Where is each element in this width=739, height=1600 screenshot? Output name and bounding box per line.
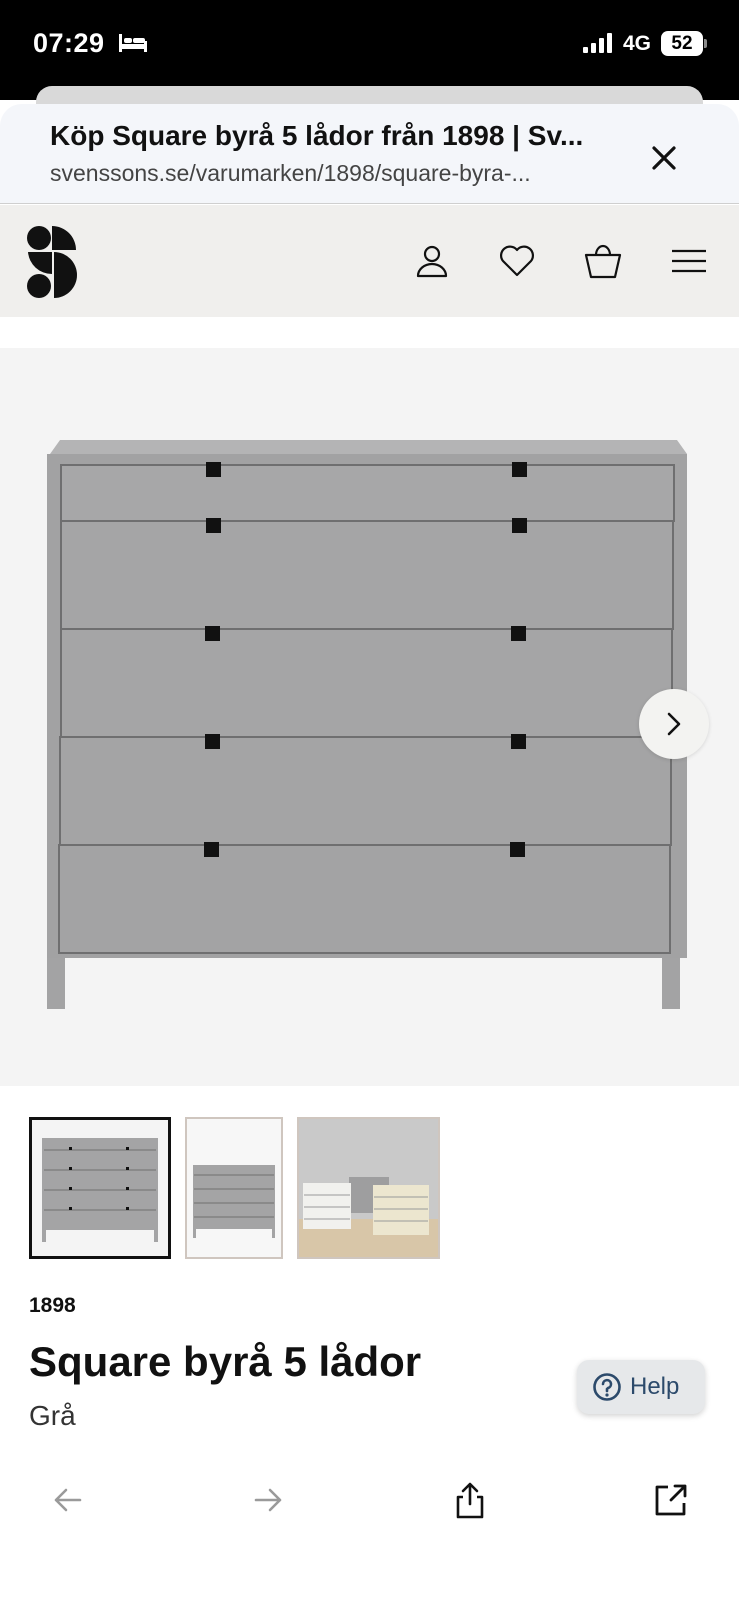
question-icon	[593, 1373, 621, 1401]
product-title: Square byrå 5 lådor	[29, 1338, 422, 1385]
bed-icon	[119, 34, 147, 52]
close-icon[interactable]	[647, 141, 681, 175]
chevron-right-icon	[667, 712, 681, 736]
product-image[interactable]	[0, 348, 739, 1086]
thumbnail-3-image	[299, 1119, 438, 1257]
product-brand[interactable]: 1898	[29, 1294, 76, 1318]
page-title: Köp Square byrå 5 lådor från 1898 | Sv..…	[50, 120, 584, 151]
help-label: Help	[630, 1373, 680, 1400]
thumbnail-1[interactable]	[29, 1117, 171, 1259]
thumbnail-2[interactable]	[185, 1117, 283, 1259]
thumbnail-1-image	[32, 1120, 168, 1256]
product-variant: Grå	[29, 1400, 76, 1431]
thumbnail-3[interactable]	[297, 1117, 440, 1259]
share-icon[interactable]	[450, 1480, 490, 1520]
status-bar: 07:29 4G 52	[0, 0, 739, 100]
status-time: 07:29	[33, 28, 105, 58]
signal-icon	[583, 33, 612, 53]
open-external-icon[interactable]	[651, 1480, 691, 1520]
back-arrow-icon[interactable]	[48, 1480, 88, 1520]
basket-icon[interactable]	[583, 241, 623, 281]
account-icon[interactable]	[412, 241, 452, 281]
dresser-image	[47, 440, 687, 1009]
help-button[interactable]: Help	[577, 1360, 705, 1414]
url-sheet[interactable]: Köp Square byrå 5 lådor från 1898 | Sv..…	[0, 104, 739, 204]
network-label: 4G	[623, 32, 652, 55]
heart-icon[interactable]	[497, 241, 537, 281]
site-header	[0, 205, 739, 317]
next-image-button[interactable]	[639, 689, 709, 759]
forward-arrow-icon[interactable]	[248, 1480, 288, 1520]
svenssons-logo[interactable]	[26, 225, 78, 299]
thumbnail-2-image	[187, 1119, 281, 1257]
page-url[interactable]: svenssons.se/varumarken/1898/square-byra…	[50, 160, 610, 187]
menu-icon[interactable]	[669, 241, 709, 281]
battery-indicator: 52	[661, 31, 703, 56]
battery-tip	[704, 39, 707, 48]
